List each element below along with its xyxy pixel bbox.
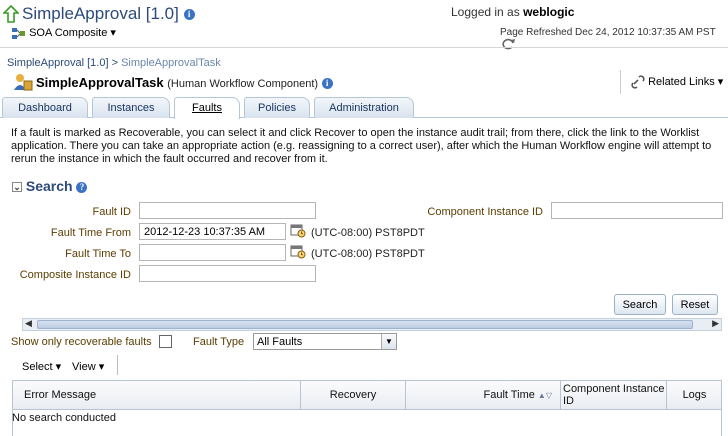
username[interactable]: weblogic (523, 5, 574, 19)
column-header-recovery[interactable]: Recovery (301, 381, 406, 410)
soa-composite-label: SOA Composite (29, 27, 108, 39)
tab-label: Instances (107, 102, 155, 114)
calendar-icon[interactable] (290, 244, 306, 259)
search-button[interactable]: Search (614, 294, 666, 315)
logged-in-label: Logged in as (451, 5, 520, 19)
fault-id-input[interactable] (139, 202, 316, 219)
page-title: SimpleApprovalTask (Human Workflow Compo… (36, 75, 333, 90)
app-title-text: SimpleApproval [1.0] (22, 4, 179, 23)
breadcrumb: SimpleApproval [1.0] > SimpleApprovalTas… (7, 57, 221, 69)
logged-in-status: Logged in as weblogic (451, 5, 574, 19)
tab-instances[interactable]: Instances (92, 97, 170, 118)
select-menu-label: Select (22, 361, 53, 373)
recoverable-label: Show only recoverable faults (11, 336, 152, 348)
tab-dashboard[interactable]: Dashboard (2, 97, 88, 118)
reset-button[interactable]: Reset (672, 294, 718, 315)
component-instance-id-label: Component Instance ID (427, 206, 543, 218)
search-section-header[interactable]: ⌄ Search ? (12, 178, 88, 194)
soa-composite-icon (12, 27, 25, 39)
calendar-icon[interactable] (290, 223, 306, 238)
component-instance-id-input[interactable] (551, 202, 723, 219)
tab-label: Dashboard (18, 102, 72, 114)
fault-type-value: All Faults (257, 336, 303, 348)
scroll-right-icon[interactable]: ▶ (712, 318, 719, 329)
tab-administration[interactable]: Administration (314, 97, 414, 118)
sort-icon[interactable]: ▲▽ (538, 391, 552, 400)
column-label: Recovery (329, 389, 377, 401)
fault-type-select[interactable]: All Faults ▼ (253, 333, 397, 350)
collapse-toggle-icon[interactable]: ⌄ (12, 182, 22, 193)
fault-time-to-input[interactable] (139, 244, 286, 261)
column-header-logs[interactable]: Logs (667, 381, 722, 410)
task-type: (Human Workflow Component) (167, 78, 319, 90)
reset-button-label: Reset (680, 299, 710, 311)
tab-label: Administration (329, 102, 399, 114)
toolbar-divider (117, 355, 118, 375)
info-icon[interactable]: i (321, 78, 333, 90)
column-label: Logs (682, 389, 707, 401)
app-title: SimpleApproval [1.0] i (22, 4, 195, 24)
composite-instance-id-label: Composite Instance ID (19, 269, 131, 281)
faults-table-header: Error Message Recovery Fault Time ▲▽ Com… (12, 380, 722, 410)
chevron-down-icon: ▾ (98, 361, 105, 373)
tab-bar: Dashboard Instances Faults Policies Admi… (0, 97, 728, 119)
tab-faults[interactable]: Faults (174, 97, 240, 119)
timezone-label: (UTC-08:00) PST8PDT (311, 227, 425, 239)
human-workflow-icon (14, 74, 33, 91)
search-heading: Search (25, 178, 73, 194)
chevron-down-icon: ▾ (110, 27, 116, 39)
breadcrumb-parent-link[interactable]: SimpleApproval [1.0] (7, 57, 109, 69)
column-label: Fault Time (483, 389, 535, 401)
info-icon[interactable]: i (183, 9, 195, 21)
related-links-menu[interactable]: Related Links ▾ (620, 70, 728, 94)
scrollbar-thumb[interactable] (37, 320, 693, 329)
horizontal-scrollbar[interactable]: ◀ ▶ (22, 318, 722, 331)
related-links-label: Related Links (648, 76, 715, 88)
scroll-left-icon[interactable]: ◀ (25, 318, 32, 329)
column-header-component-instance-id[interactable]: Component Instance ID (561, 381, 667, 410)
breadcrumb-current[interactable]: SimpleApprovalTask (121, 57, 221, 69)
up-arrow-icon[interactable] (3, 5, 19, 23)
chevron-down-icon: ▾ (717, 76, 724, 88)
fault-time-from-label: Fault Time From (50, 227, 131, 239)
search-button-label: Search (622, 299, 658, 311)
column-label: Component Instance ID (563, 383, 665, 407)
column-header-fault-time[interactable]: Fault Time ▲▽ (406, 381, 561, 410)
column-label: Error Message (24, 389, 97, 401)
fault-time-from-input[interactable] (139, 223, 286, 240)
empty-table-message: No search conducted (12, 412, 116, 424)
chevron-down-icon: ▼ (381, 334, 396, 349)
timezone-label: (UTC-08:00) PST8PDT (311, 248, 425, 260)
view-menu[interactable]: View ▾ (72, 360, 104, 373)
chevron-down-icon: ▾ (55, 361, 62, 373)
faults-table-body (12, 410, 722, 436)
soa-composite-menu[interactable]: SOA Composite ▾ (12, 26, 116, 40)
column-header-error-message[interactable]: Error Message (13, 381, 301, 410)
tab-label: Policies (258, 102, 296, 114)
composite-instance-id-input[interactable] (139, 265, 316, 282)
task-name: SimpleApprovalTask (36, 75, 164, 90)
fault-time-to-label: Fault Time To (65, 248, 131, 260)
breadcrumb-separator: > (111, 57, 118, 69)
refresh-icon[interactable] (502, 38, 516, 50)
help-icon[interactable]: ? (76, 181, 88, 193)
select-menu[interactable]: Select ▾ (22, 360, 61, 373)
tab-label: Faults (192, 102, 222, 114)
fault-id-label: Fault ID (92, 206, 131, 218)
view-menu-label: View (72, 361, 96, 373)
fault-type-label: Fault Type (193, 336, 245, 348)
faults-description: If a fault is marked as Recoverable, you… (11, 127, 712, 165)
header-divider (0, 47, 728, 48)
page-refreshed-text: Page Refreshed Dec 24, 2012 10:37:35 AM … (500, 27, 716, 38)
tab-policies[interactable]: Policies (244, 97, 310, 118)
link-icon (631, 75, 645, 89)
recoverable-checkbox[interactable] (159, 335, 172, 348)
